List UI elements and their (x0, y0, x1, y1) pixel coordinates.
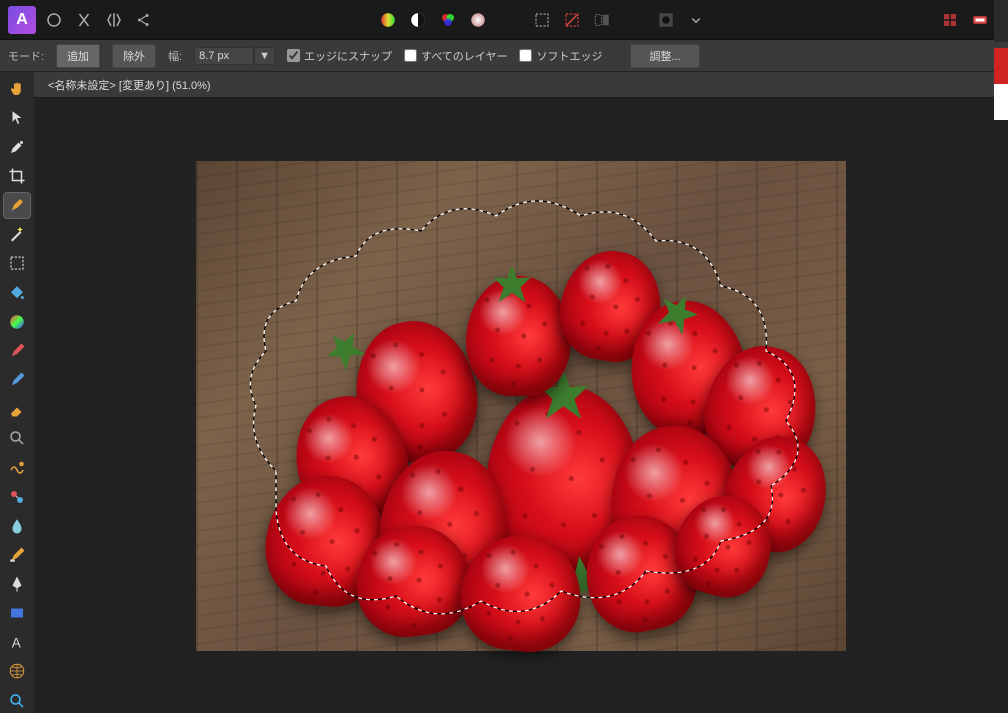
swatch-foreground[interactable] (994, 48, 1008, 84)
soft-edge-checkbox[interactable]: ソフトエッジ (519, 48, 602, 64)
top-toolbar: A (0, 0, 1008, 40)
swatch-background[interactable] (994, 84, 1008, 120)
clone-tool[interactable] (4, 484, 30, 509)
selection-invert-icon[interactable] (560, 8, 584, 32)
magic-wand-tool[interactable] (4, 222, 30, 247)
width-dropdown-icon[interactable]: ▼ (254, 47, 275, 65)
selection-refine-icon[interactable] (590, 8, 614, 32)
selection-brush-tool[interactable] (4, 193, 30, 218)
view-tool[interactable] (4, 688, 30, 713)
mirror-icon[interactable] (102, 8, 126, 32)
tool-rail: A (0, 72, 34, 713)
gradient-adjust-icon[interactable] (376, 8, 400, 32)
blur-tool[interactable] (4, 513, 30, 538)
align-icon[interactable] (72, 8, 96, 32)
canvas-area: <名称未設定> [変更あり] (51.0%) (34, 72, 1008, 713)
color-swatches (994, 48, 1008, 120)
gradient-tool[interactable] (4, 309, 30, 334)
flood-fill-tool[interactable] (4, 280, 30, 305)
marquee-tool[interactable] (4, 251, 30, 276)
hand-tool[interactable] (4, 76, 30, 101)
mode-remove-button[interactable]: 除外 (112, 44, 156, 68)
move-tool[interactable] (4, 105, 30, 130)
layout-grid-icon[interactable] (938, 8, 962, 32)
text-tool[interactable]: A (4, 630, 30, 655)
svg-text:A: A (12, 635, 21, 650)
width-label: 幅: (168, 48, 182, 64)
color-picker-tool[interactable] (4, 134, 30, 159)
canvas-viewport[interactable] (34, 98, 1008, 713)
all-layers-checkbox[interactable]: すべてのレイヤー (404, 48, 507, 64)
record-icon[interactable] (968, 8, 992, 32)
zoom-blur-tool[interactable] (4, 426, 30, 451)
contrast-adjust-icon[interactable] (406, 8, 430, 32)
mode-label: モード: (8, 48, 44, 64)
document-tab[interactable]: <名称未設定> [変更あり] (51.0%) (42, 77, 217, 93)
dropdown-icon[interactable] (684, 8, 708, 32)
context-toolbar: モード: 追加 除外 幅: ▼ エッジにスナップ すべてのレイヤー ソフトエッジ… (0, 40, 1008, 72)
color-adjust-icon[interactable] (436, 8, 460, 32)
snap-checkbox[interactable]: エッジにスナップ (287, 48, 392, 64)
share-icon[interactable] (132, 8, 156, 32)
paint-brush-tool[interactable] (4, 338, 30, 363)
live-projection-icon[interactable] (42, 8, 66, 32)
pen-tool[interactable] (4, 571, 30, 596)
selection-outline (196, 161, 846, 651)
quick-mask-icon[interactable] (654, 8, 678, 32)
softproof-icon[interactable] (466, 8, 490, 32)
mesh-warp-tool[interactable] (4, 659, 30, 684)
pixel-tool[interactable] (4, 367, 30, 392)
dodge-tool[interactable] (4, 542, 30, 567)
app-logo: A (8, 6, 36, 34)
liquify-tool[interactable] (4, 455, 30, 480)
document-tabs: <名称未設定> [変更あり] (51.0%) (34, 72, 1008, 98)
selection-marquee-icon[interactable] (530, 8, 554, 32)
crop-tool[interactable] (4, 163, 30, 188)
mode-add-button[interactable]: 追加 (56, 44, 100, 68)
erase-tool[interactable] (4, 397, 30, 422)
width-input[interactable] (194, 47, 254, 65)
refine-button[interactable]: 調整... (630, 44, 699, 68)
right-panel-edge[interactable] (994, 0, 1008, 42)
rectangle-tool[interactable] (4, 601, 30, 626)
document-image (196, 161, 846, 651)
